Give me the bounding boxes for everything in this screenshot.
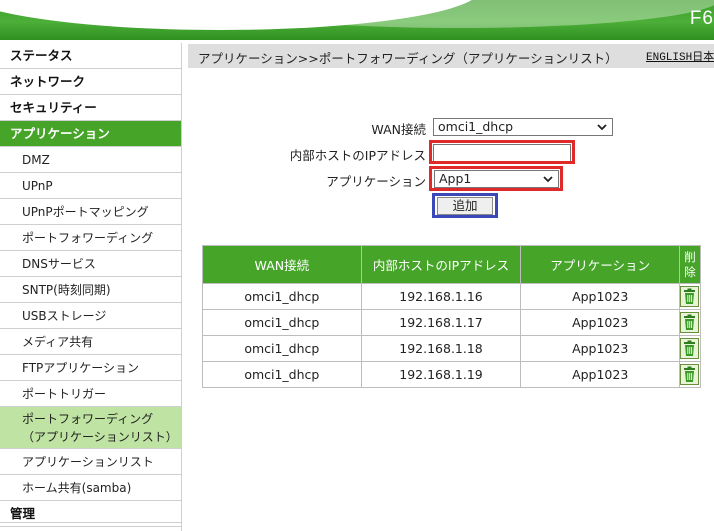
sidebar-item[interactable]: アプリケーションリスト (0, 449, 181, 475)
trash-icon[interactable] (680, 286, 700, 307)
sidebar-item[interactable]: メディア共有 (0, 329, 181, 355)
sidebar-menu: ステータス ネットワーク セキュリティー アプリケーション DMZ UPnP UPnPポート… (0, 43, 181, 527)
internal-host-ip-label: 内部ホストのIPアドレス (289, 148, 426, 163)
language-link[interactable]: ENGLISH日本 (646, 48, 714, 64)
chevron-down-icon (597, 124, 607, 131)
cell-host-ip: 192.168.1.19 (360, 361, 522, 388)
column-header-wan: WAN接続 (202, 245, 362, 284)
header-banner: F6 (0, 0, 714, 40)
cell-delete (678, 283, 702, 310)
table-header-row: WAN接続 内部ホストのIPアドレス アプリケーション 削除 (202, 245, 702, 284)
trash-icon[interactable] (680, 312, 700, 333)
cell-delete (678, 335, 702, 362)
sidebar-item[interactable]: DNSサービス (0, 251, 181, 277)
cell-host-ip: 192.168.1.17 (360, 309, 522, 336)
cell-wan: omci1_dhcp (202, 335, 362, 362)
wan-connection-select[interactable]: omci1_dhcp (433, 118, 613, 136)
cell-host-ip: 192.168.1.18 (360, 335, 522, 362)
application-highlight-box (429, 166, 563, 191)
sidebar-item[interactable]: セキュリティー (0, 95, 181, 121)
table-row: omci1_dhcp 192.168.1.19 App1023 (202, 361, 702, 388)
sidebar-item[interactable]: FTPアプリケーション (0, 355, 181, 381)
breadcrumb: アプリケーション>>ポートフォワーディング（アプリケーションリスト） (198, 51, 618, 66)
sidebar-item[interactable]: UPnP (0, 173, 181, 199)
sidebar-item[interactable]: ポートフォワーディング（アプリケーションリスト） (0, 407, 181, 449)
sidebar-item[interactable]: ホーム共有(samba) (0, 475, 181, 501)
sidebar-item[interactable]: DMZ (0, 147, 181, 173)
sidebar-item[interactable]: ネットワーク (0, 69, 181, 95)
cell-wan: omci1_dhcp (202, 361, 362, 388)
trash-icon[interactable] (680, 338, 700, 359)
table-row: omci1_dhcp 192.168.1.16 App1023 (202, 283, 702, 310)
cell-application: App1023 (520, 335, 680, 362)
sidebar-item[interactable]: 管理 (0, 501, 181, 527)
sidebar-item[interactable]: UPnPポートマッピング (0, 199, 181, 225)
column-header-delete: 削除 (678, 245, 702, 284)
sidebar-item[interactable]: ステータス (0, 43, 181, 69)
table-row: omci1_dhcp 192.168.1.18 App1023 (202, 335, 702, 362)
add-button-highlight-box (432, 193, 498, 218)
cell-wan: omci1_dhcp (202, 309, 362, 336)
application-label: アプリケーション (326, 174, 426, 189)
sidebar-item[interactable]: ポートトリガー (0, 381, 181, 407)
trash-icon[interactable] (680, 364, 700, 385)
table-row: omci1_dhcp 192.168.1.17 App1023 (202, 309, 702, 336)
port-forwarding-table: WAN接続 内部ホストのIPアドレス アプリケーション 削除 omci1_dhc… (202, 245, 702, 388)
host-ip-highlight-box (429, 140, 575, 164)
wan-connection-value: omci1_dhcp (438, 119, 514, 134)
column-header-host-ip: 内部ホストのIPアドレス (360, 245, 522, 284)
column-header-application: アプリケーション (520, 245, 680, 284)
cell-delete (678, 309, 702, 336)
sidebar-divider (181, 43, 182, 531)
wan-connection-label: WAN接続 (371, 122, 426, 137)
sidebar-item[interactable]: アプリケーション (0, 121, 181, 147)
sidebar-item[interactable]: USBストレージ (0, 303, 181, 329)
cell-application: App1023 (520, 361, 680, 388)
cell-application: App1023 (520, 283, 680, 310)
cell-application: App1023 (520, 309, 680, 336)
sidebar-item[interactable]: ポートフォワーディング (0, 225, 181, 251)
cell-wan: omci1_dhcp (202, 283, 362, 310)
cell-host-ip: 192.168.1.16 (360, 283, 522, 310)
sidebar-item[interactable]: SNTP(時刻同期) (0, 277, 181, 303)
breadcrumb-bar: アプリケーション>>ポートフォワーディング（アプリケーションリスト） ENGLI… (188, 44, 714, 68)
model-name: F6 (689, 8, 714, 29)
sidebar-bottom-border (0, 522, 181, 523)
cell-delete (678, 361, 702, 388)
